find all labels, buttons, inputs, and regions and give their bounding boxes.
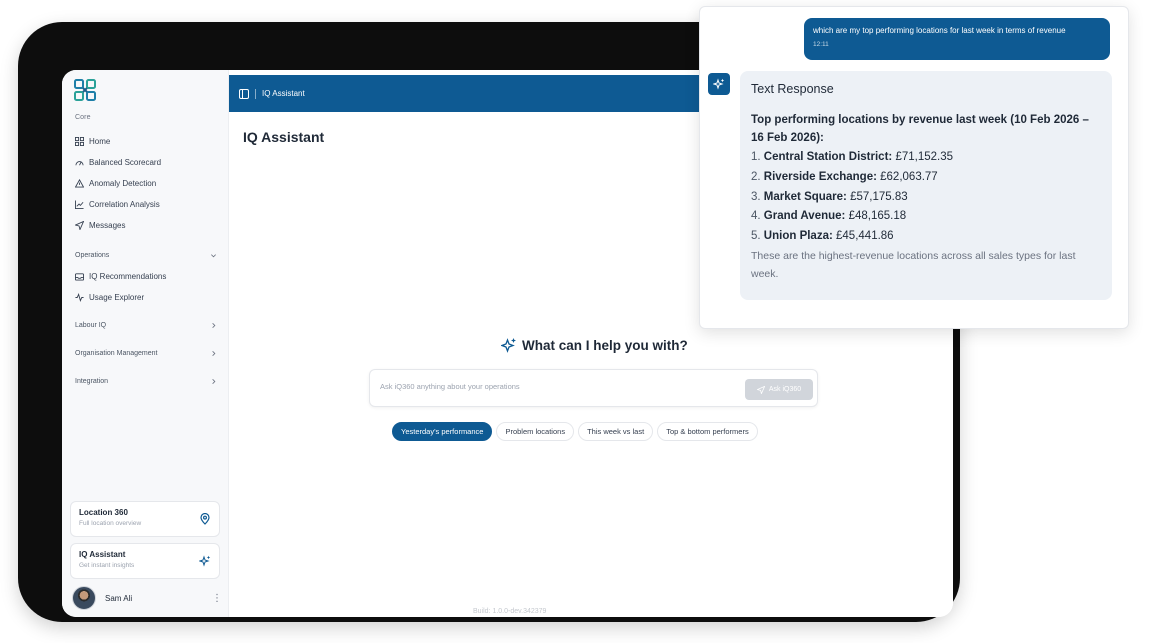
list-item: 4. Grand Avenue: £48,165.18 <box>751 207 1101 227</box>
response-lead: Top performing locations by revenue last… <box>751 114 1089 144</box>
card-subtitle: Get instant insights <box>79 562 135 569</box>
list-item: 3. Market Square: £57,175.83 <box>751 188 1101 208</box>
sidebar-item-label: Home <box>89 136 111 146</box>
more-vertical-icon[interactable]: ⋮ <box>212 593 222 604</box>
card-title: Location 360 <box>79 508 128 517</box>
activity-icon <box>75 292 84 302</box>
location-name: Market Square: <box>763 190 847 203</box>
sidebar-group-organisation-management[interactable]: Organisation Management <box>75 347 217 359</box>
avatar <box>72 586 96 610</box>
build-version: Build: 1.0.0-dev.342379 <box>473 608 547 615</box>
sidebar-item-messages[interactable]: Messages <box>75 219 217 231</box>
chat-panel: which are my top performing locations fo… <box>699 6 1129 329</box>
location-value: £48,165.18 <box>848 210 907 223</box>
ask-box: Ask iQ360 <box>369 369 818 407</box>
sidebar-item-usage-explorer[interactable]: Usage Explorer <box>75 291 217 303</box>
help-heading: What can I help you with? <box>501 337 688 353</box>
location-name: Central Station District: <box>763 151 893 163</box>
user-name: Sam Ali <box>105 593 133 603</box>
section-label-core: Core <box>75 114 91 121</box>
app-logo-icon <box>74 79 96 101</box>
sidebar-item-correlation-analysis[interactable]: Correlation Analysis <box>75 198 217 210</box>
chevron-down-icon <box>211 253 216 257</box>
location-value: £71,152.35 <box>895 151 953 163</box>
grid-icon <box>75 136 84 146</box>
response-footer: These are the highest-revenue locations … <box>751 249 1076 280</box>
send-icon <box>756 385 765 394</box>
iq-assistant-card[interactable]: IQ Assistant Get instant insights <box>70 543 220 579</box>
sidebar-item-anomaly-detection[interactable]: Anomaly Detection <box>75 177 217 189</box>
chip-problem-locations[interactable]: Problem locations <box>496 422 575 441</box>
line-chart-icon <box>75 199 84 209</box>
sidebar-item-label: Balanced Scorecard <box>89 157 162 167</box>
sidebar: Core Home Balanced Scorecard Anomaly Det… <box>62 70 229 617</box>
chip-top-bottom-performers[interactable]: Top & bottom performers <box>657 422 758 441</box>
group-label: Labour IQ <box>75 321 107 329</box>
stage: Core Home Balanced Scorecard Anomaly Det… <box>0 0 1163 643</box>
sparkles-icon <box>501 338 516 353</box>
ask-button[interactable]: Ask iQ360 <box>745 379 813 400</box>
page-title: IQ Assistant <box>243 129 325 145</box>
response-title: Text Response <box>751 82 834 96</box>
list-item: 2. Riverside Exchange: £62,063.77 <box>751 168 1101 188</box>
sidebar-item-label: IQ Recommendations <box>89 271 167 281</box>
assistant-avatar <box>708 73 730 95</box>
location-360-card[interactable]: Location 360 Full location overview <box>70 501 220 537</box>
sidebar-item-home[interactable]: Home <box>75 135 217 147</box>
list-item: 5. Union Plaza: £45,441.86 <box>751 227 1101 247</box>
map-pin-icon <box>200 513 210 525</box>
card-title: IQ Assistant <box>79 550 126 559</box>
list-number: 1. <box>751 151 761 163</box>
suggestion-chips: Yesterday's performance Problem location… <box>392 422 758 441</box>
chevron-right-icon <box>212 350 216 356</box>
ask-button-label: Ask iQ360 <box>768 386 802 393</box>
sidebar-item-label: Usage Explorer <box>89 292 145 302</box>
user-message-text: which are my top performing locations fo… <box>813 26 1066 35</box>
location-value: £45,441.86 <box>836 230 894 243</box>
sparkles-icon <box>713 78 725 90</box>
sidebar-item-label: Correlation Analysis <box>89 199 160 209</box>
send-icon <box>75 220 84 230</box>
sidebar-item-label: Messages <box>89 220 126 230</box>
list-number: 5. <box>751 230 761 243</box>
list-item: 1. Central Station District: £71,152.35 <box>751 148 1101 168</box>
chip-this-week-vs-last[interactable]: This week vs last <box>578 422 654 441</box>
sidebar-group-labour-iq[interactable]: Labour IQ <box>75 319 217 331</box>
user-profile[interactable]: Sam Ali ⋮ <box>72 585 222 611</box>
inbox-icon <box>75 272 84 281</box>
card-subtitle: Full location overview <box>79 520 142 527</box>
list-number: 3. <box>751 190 761 203</box>
help-heading-text: What can I help you with? <box>522 337 688 353</box>
sidebar-group-operations[interactable]: Operations <box>75 249 217 261</box>
location-name: Grand Avenue: <box>763 210 846 223</box>
user-message-bubble: which are my top performing locations fo… <box>804 18 1110 60</box>
location-value: £62,063.77 <box>880 170 938 183</box>
sparkles-icon <box>199 555 211 567</box>
list-number: 4. <box>751 210 761 223</box>
group-label: Operations <box>75 251 110 259</box>
location-name: Riverside Exchange: <box>763 170 877 183</box>
locations-list: 1. Central Station District: £71,152.35 … <box>751 148 1101 247</box>
message-timestamp: 12:11 <box>813 41 829 48</box>
sidebar-toggle-icon[interactable] <box>239 88 249 99</box>
breadcrumb: IQ Assistant <box>262 89 305 98</box>
sidebar-item-label: Anomaly Detection <box>89 178 157 188</box>
sidebar-item-iq-recommendations[interactable]: IQ Recommendations <box>75 270 217 282</box>
sidebar-group-integration[interactable]: Integration <box>75 375 217 387</box>
breadcrumb-separator <box>255 88 256 99</box>
sidebar-item-balanced-scorecard[interactable]: Balanced Scorecard <box>75 156 217 168</box>
ask-input[interactable] <box>380 382 730 391</box>
location-name: Union Plaza: <box>763 230 833 243</box>
chip-yesterdays-performance[interactable]: Yesterday's performance <box>392 422 493 441</box>
group-label: Organisation Management <box>75 349 158 357</box>
list-number: 2. <box>751 170 761 183</box>
gauge-icon <box>75 160 84 165</box>
warning-triangle-icon <box>75 178 84 188</box>
assistant-message-bubble: Text Response Top performing locations b… <box>740 71 1112 300</box>
chevron-right-icon <box>212 378 216 384</box>
chevron-right-icon <box>212 322 216 328</box>
group-label: Integration <box>75 377 109 385</box>
location-value: £57,175.83 <box>850 190 908 203</box>
